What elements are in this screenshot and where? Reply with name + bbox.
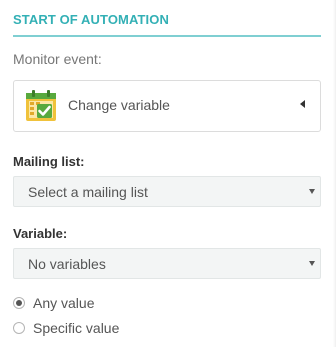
- variable-value: No variables: [28, 256, 106, 272]
- radio-label: Specific value: [33, 320, 120, 336]
- chevron-down-icon: [309, 189, 315, 194]
- radio-selected-dot: [16, 300, 22, 306]
- automation-panel: START OF AUTOMATION Monitor event: Chang…: [0, 0, 336, 347]
- monitor-event-selector[interactable]: Change variable: [13, 80, 321, 132]
- section-title: START OF AUTOMATION: [13, 12, 169, 27]
- mailing-list-label: Mailing list:: [13, 154, 85, 169]
- radio-button[interactable]: [13, 322, 25, 334]
- radio-button[interactable]: [13, 297, 25, 309]
- monitor-event-value: Change variable: [68, 97, 170, 113]
- variable-label: Variable:: [13, 226, 68, 241]
- title-divider: [13, 35, 321, 37]
- chevron-down-icon: [309, 261, 315, 266]
- variable-select[interactable]: No variables: [13, 248, 321, 279]
- calendar-check-icon: [26, 90, 56, 121]
- caret-left-icon: [300, 100, 305, 108]
- monitor-event-label: Monitor event:: [13, 51, 102, 67]
- radio-label: Any value: [33, 295, 95, 311]
- mailing-list-select[interactable]: Select a mailing list: [13, 176, 321, 207]
- mailing-list-value: Select a mailing list: [28, 184, 148, 200]
